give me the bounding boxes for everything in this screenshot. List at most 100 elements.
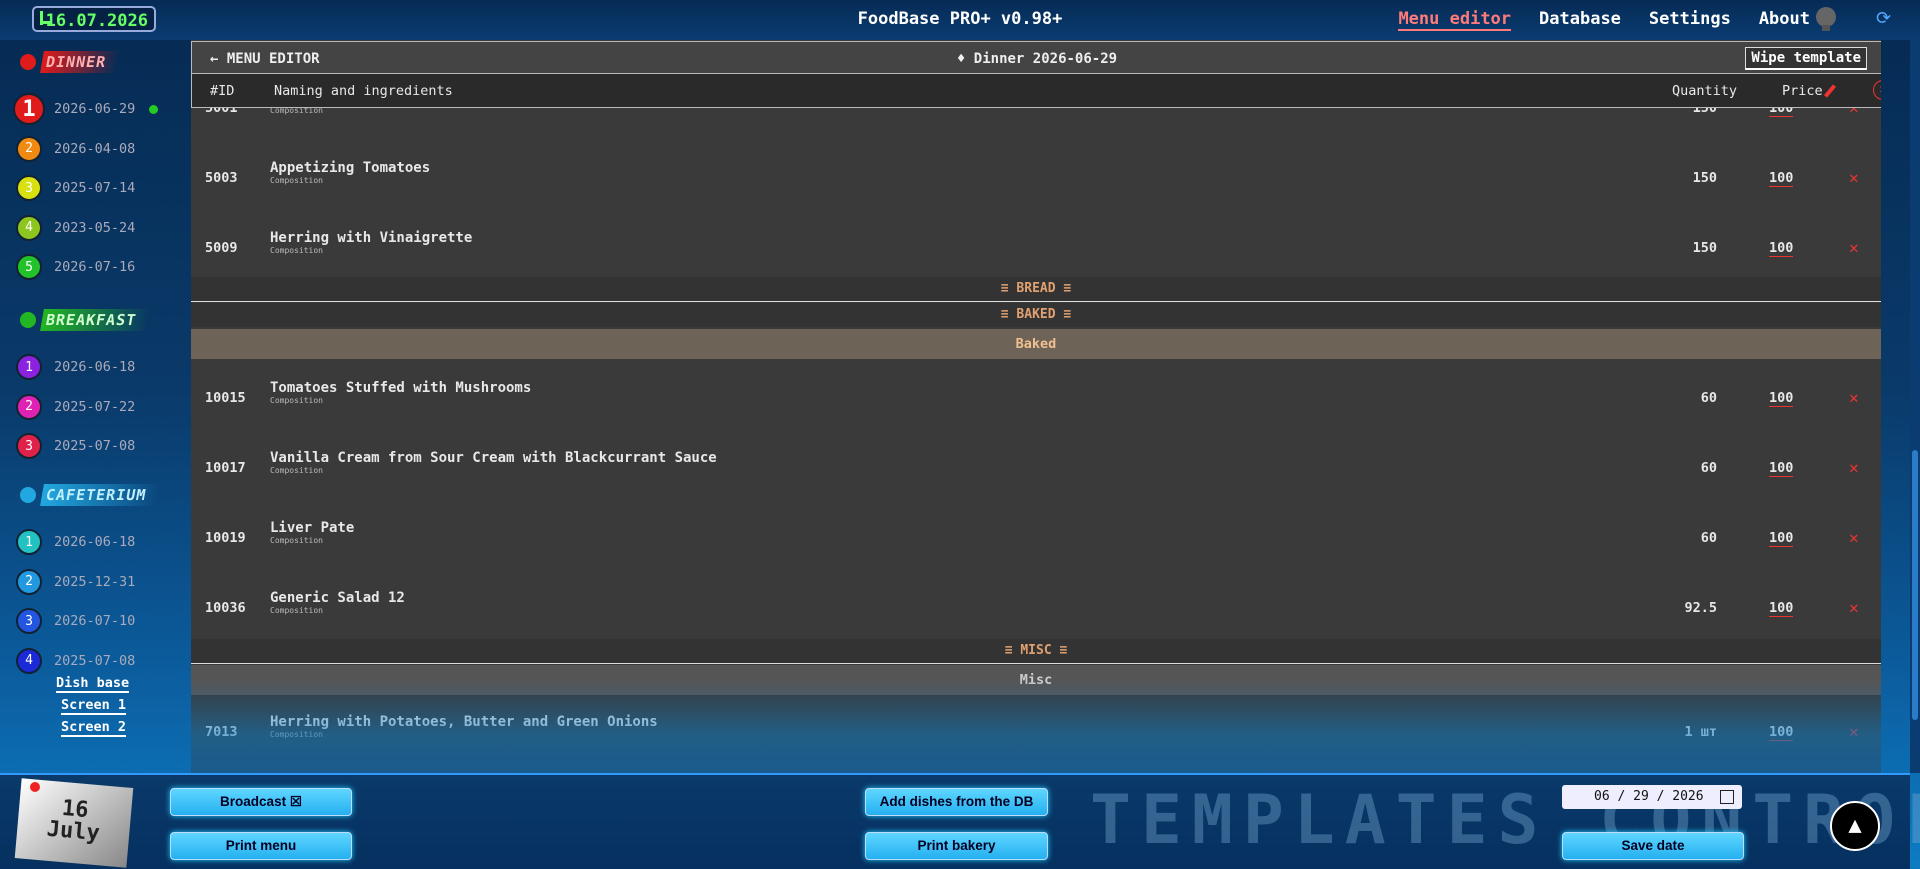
delete-dish-icon[interactable]: ✕ bbox=[1849, 458, 1859, 477]
dish-composition-label[interactable]: Composition bbox=[270, 396, 323, 405]
template-date: 2026-04-08 bbox=[54, 140, 136, 157]
delete-dish-icon[interactable]: ✕ bbox=[1849, 388, 1859, 407]
scroll-up-button[interactable]: ▲ bbox=[1830, 801, 1880, 851]
dish-row[interactable]: 5009 Herring with Vinaigrette 150 100 Compos… bbox=[191, 214, 1881, 285]
dish-price[interactable]: 100 bbox=[1769, 170, 1794, 187]
template-item-dinner-1[interactable]: 1 2026-06-29 bbox=[13, 93, 159, 125]
add-dishes-button[interactable]: Add dishes from the DB bbox=[865, 788, 1048, 816]
delete-dish-icon[interactable]: ✕ bbox=[1849, 238, 1859, 257]
dish-quantity: 150 bbox=[1692, 240, 1717, 256]
menu-editor-panel: 5001Eggplant with Tomatoes, Garlic and M… bbox=[191, 40, 1881, 773]
template-number-badge: 2 bbox=[16, 568, 42, 595]
template-item-breakfast-2[interactable]: 2 2025-07-22 bbox=[16, 393, 135, 421]
selected-indicator-icon bbox=[149, 104, 159, 114]
template-date: 2025-07-08 bbox=[54, 652, 136, 669]
template-item-cafeterium-2[interactable]: 2 2025-12-31 bbox=[16, 568, 135, 596]
wipe-template-button[interactable]: Wipe template bbox=[1745, 47, 1867, 70]
dish-price[interactable]: 100 bbox=[1769, 390, 1794, 407]
print-menu-button[interactable]: Print menu bbox=[170, 832, 352, 860]
col-id: #ID bbox=[210, 83, 235, 99]
template-date: 2026-07-16 bbox=[54, 259, 136, 275]
dish-quantity: 60 bbox=[1700, 390, 1717, 406]
nav-settings[interactable]: Settings bbox=[1649, 9, 1731, 31]
col-price: Price bbox=[1782, 83, 1823, 99]
dish-name: Herring with Vinaigrette bbox=[270, 230, 473, 246]
date-input[interactable]: 06 / 29 / 2026 bbox=[1562, 785, 1742, 809]
template-date: 2025-07-14 bbox=[54, 180, 136, 196]
template-item-cafeterium-4[interactable]: 4 2025-07-08 bbox=[16, 647, 135, 675]
dish-composition-label[interactable]: Composition bbox=[270, 246, 323, 255]
group-dot-icon bbox=[20, 487, 36, 503]
dish-row[interactable]: 10017 Vanilla Cream from Sour Cream with … bbox=[191, 434, 1881, 505]
dish-composition-label[interactable]: Composition bbox=[270, 606, 323, 615]
delete-dish-icon[interactable]: ✕ bbox=[1849, 598, 1859, 617]
dish-row[interactable]: 10019 Liver Pate 60 100 Composition ✕ bbox=[191, 504, 1881, 575]
dish-row[interactable]: 5003 Appetizing Tomatoes 150 100 Composition… bbox=[191, 144, 1881, 215]
calendar-icon[interactable] bbox=[1720, 790, 1734, 804]
section-bread: ≡ BREAD ≡ bbox=[191, 277, 1881, 302]
top-bar: 16.07.2026 FoodBase PRO+ v0.98+ Menu edi… bbox=[0, 0, 1920, 40]
template-number-badge: 2 bbox=[16, 393, 42, 420]
template-item-breakfast-1[interactable]: 1 2026-06-18 bbox=[16, 353, 135, 381]
template-item-dinner-2[interactable]: 2 2026-04-08 bbox=[16, 135, 135, 163]
template-date: 2026-06-18 bbox=[54, 359, 136, 375]
col-quantity: Quantity bbox=[1672, 83, 1738, 99]
dish-name: Herring with Potatoes, Butter and Green … bbox=[270, 714, 658, 730]
template-item-dinner-5[interactable]: 5 2026-07-16 bbox=[16, 253, 135, 281]
template-item-cafeterium-3[interactable]: 3 2026-07-10 bbox=[16, 607, 135, 635]
close-icon[interactable]: ✕ bbox=[1873, 80, 1881, 100]
template-number-badge: 3 bbox=[16, 608, 42, 634]
dish-price[interactable]: 100 bbox=[1769, 724, 1794, 741]
dish-price[interactable]: 100 bbox=[1769, 600, 1794, 617]
print-bakery-button[interactable]: Print bakery bbox=[865, 832, 1048, 860]
dish-row[interactable]: 10015 Tomatoes Stuffed with Mushrooms 60 10… bbox=[191, 364, 1881, 435]
dish-price[interactable]: 100 bbox=[1769, 240, 1794, 257]
template-date: 2026-07-10 bbox=[54, 613, 136, 629]
template-date: 2025-07-22 bbox=[54, 398, 136, 415]
delete-dish-icon[interactable]: ✕ bbox=[1849, 722, 1859, 741]
template-number-badge: 1 bbox=[16, 354, 42, 380]
save-date-button[interactable]: Save date bbox=[1562, 832, 1744, 860]
delete-dish-icon[interactable]: ✕ bbox=[1849, 168, 1859, 187]
template-item-dinner-3[interactable]: 3 2025-07-14 bbox=[16, 174, 135, 202]
group-label: CAFETERIUM bbox=[40, 484, 161, 506]
group-title-dinner: DINNER bbox=[20, 50, 121, 74]
nav-menu-editor[interactable]: Menu editor bbox=[1398, 9, 1512, 31]
dish-id: 5009 bbox=[205, 240, 238, 256]
sidebar-link-screen-2[interactable]: Screen 2 bbox=[61, 719, 127, 737]
template-number-badge: 3 bbox=[16, 433, 42, 459]
nav-database[interactable]: Database bbox=[1539, 9, 1621, 31]
template-item-dinner-4[interactable]: 4 2023-05-24 bbox=[16, 214, 135, 242]
dish-id: 10019 bbox=[205, 530, 246, 546]
dish-composition-label[interactable]: Composition bbox=[270, 466, 323, 475]
dish-quantity: 92.5 bbox=[1684, 600, 1717, 616]
group-dot-icon bbox=[20, 312, 36, 328]
dish-composition-label[interactable]: Composition bbox=[270, 176, 323, 185]
dish-composition-label[interactable]: Composition bbox=[270, 730, 323, 739]
group-label: BREAKFAST bbox=[40, 309, 151, 331]
dish-price[interactable]: 100 bbox=[1769, 530, 1794, 547]
dish-composition-label[interactable]: Composition bbox=[270, 536, 323, 545]
scrollbar-thumb[interactable] bbox=[1912, 450, 1918, 720]
template-number-badge: 1 bbox=[16, 529, 42, 555]
sidebar-link-dish-base[interactable]: Dish base bbox=[56, 675, 130, 693]
template-item-cafeterium-1[interactable]: 1 2026-06-18 bbox=[16, 528, 135, 556]
date-input-value: 06 / 29 / 2026 bbox=[1594, 789, 1704, 804]
dish-row[interactable]: 7013 Herring with Potatoes, Butter and Gr… bbox=[191, 698, 1881, 769]
group-label: DINNER bbox=[40, 51, 121, 73]
dish-quantity: 60 bbox=[1700, 460, 1717, 476]
pencil-icon[interactable] bbox=[1823, 84, 1837, 98]
template-item-breakfast-3[interactable]: 3 2025-07-08 bbox=[16, 432, 135, 460]
templates-control-label: TEMPLATES CONTROL bbox=[1090, 781, 1920, 860]
delete-dish-icon[interactable]: ✕ bbox=[1849, 528, 1859, 547]
dish-id: 10015 bbox=[205, 390, 246, 406]
dish-price[interactable]: 100 bbox=[1769, 460, 1794, 477]
refresh-icon[interactable]: ⟳ bbox=[1876, 8, 1891, 29]
dish-row[interactable]: 10036 Generic Salad 12 92.5 100 Composition ✕ bbox=[191, 574, 1881, 645]
nav-about[interactable]: About bbox=[1759, 9, 1810, 31]
template-date: 2025-12-31 bbox=[54, 573, 136, 590]
lightbulb-icon[interactable] bbox=[1816, 7, 1836, 31]
sidebar-link-screen-1[interactable]: Screen 1 bbox=[61, 697, 127, 715]
broadcast-button[interactable]: Broadcast ☒ bbox=[170, 788, 352, 816]
template-number-badge: 1 bbox=[13, 93, 45, 125]
